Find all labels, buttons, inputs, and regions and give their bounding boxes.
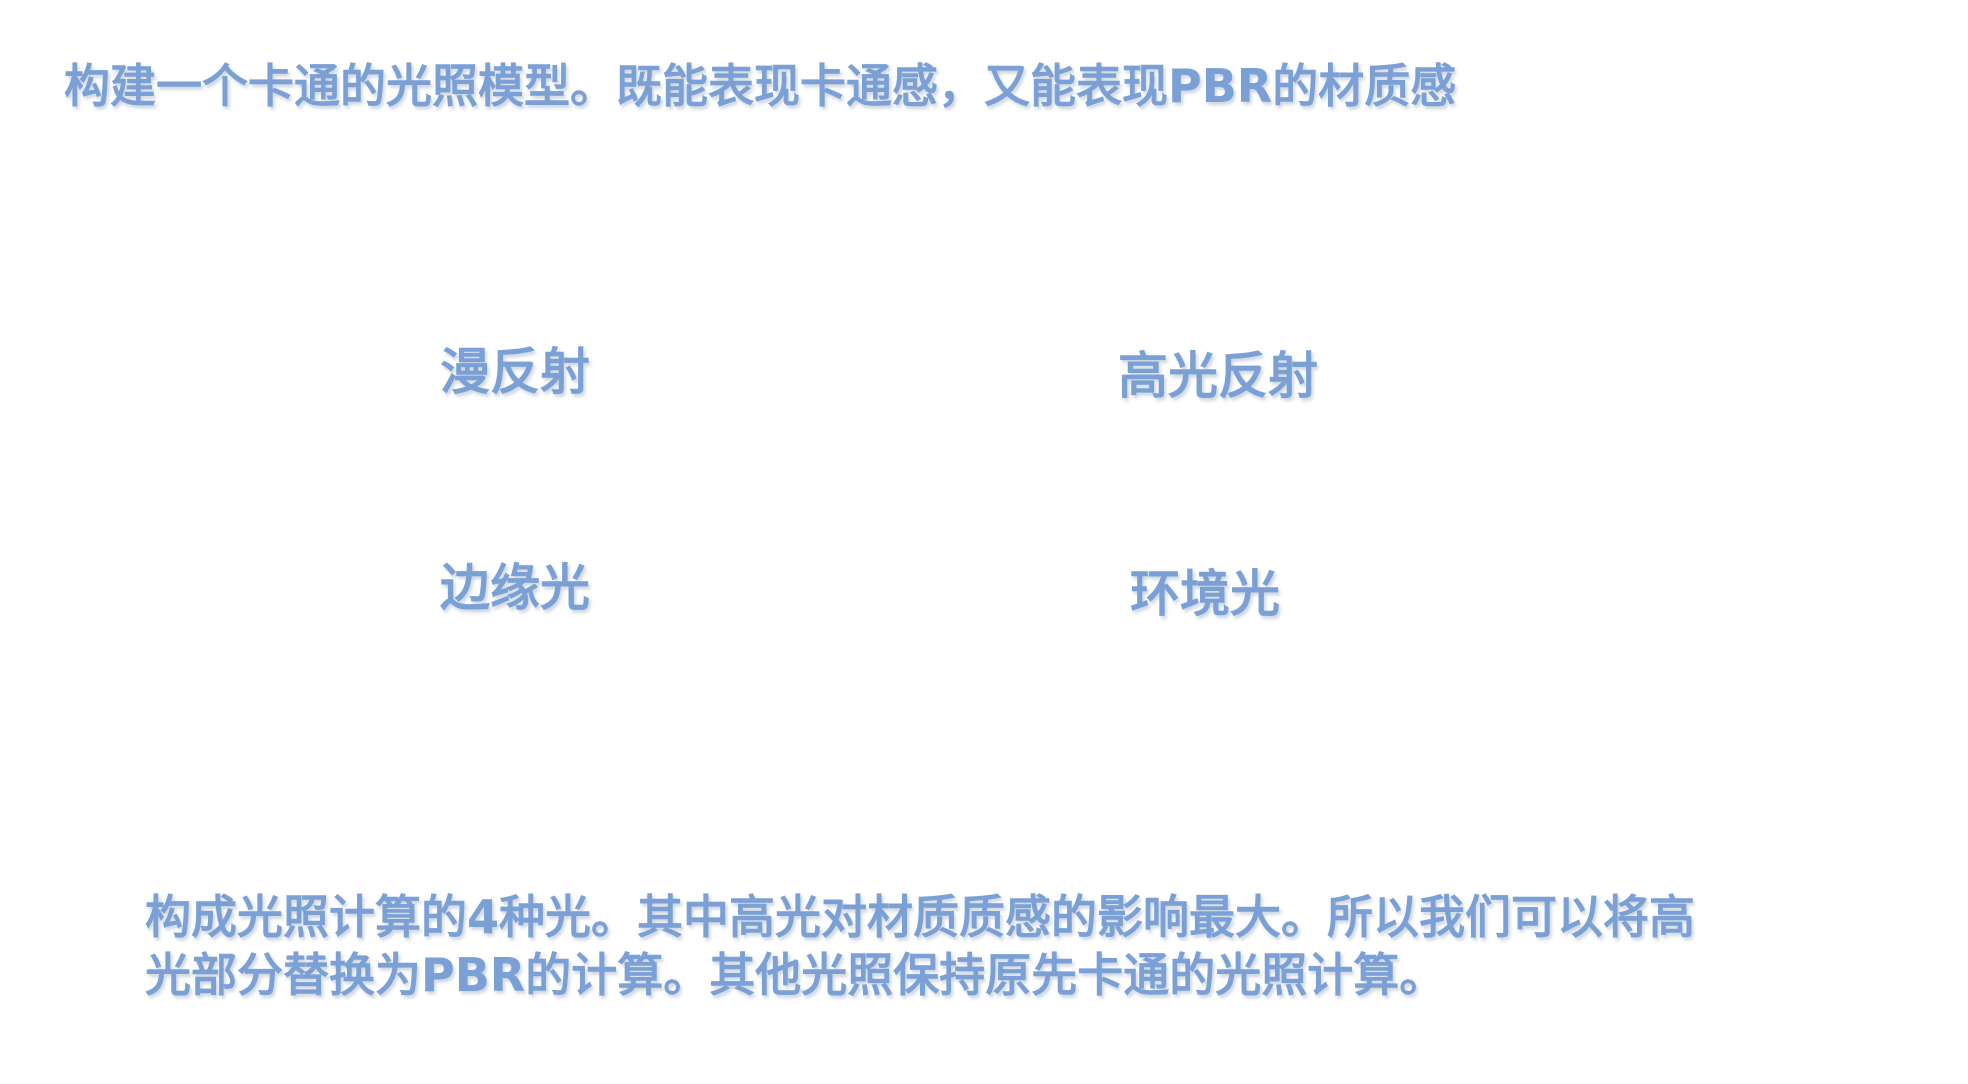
- term-specular: 高光反射: [1118, 347, 1318, 405]
- slide-title: 构建一个卡通的光照模型。既能表现卡通感，又能表现PBR的材质感: [64, 59, 1457, 113]
- summary-line-2: 光部分替换为PBR的计算。其他光照保持原先卡通的光照计算。: [145, 948, 1446, 1002]
- term-rim-light: 边缘光: [440, 559, 590, 617]
- term-diffuse: 漫反射: [440, 343, 590, 401]
- slide-canvas: 构建一个卡通的光照模型。既能表现卡通感，又能表现PBR的材质感 漫反射 高光反射…: [0, 0, 1968, 1084]
- term-ambient-light: 环境光: [1130, 565, 1280, 623]
- summary-line-1: 构成光照计算的4种光。其中高光对材质质感的影响最大。所以我们可以将高: [145, 890, 1696, 944]
- summary-paragraph: 构成光照计算的4种光。其中高光对材质质感的影响最大。所以我们可以将高 光部分替换…: [145, 888, 1695, 1004]
